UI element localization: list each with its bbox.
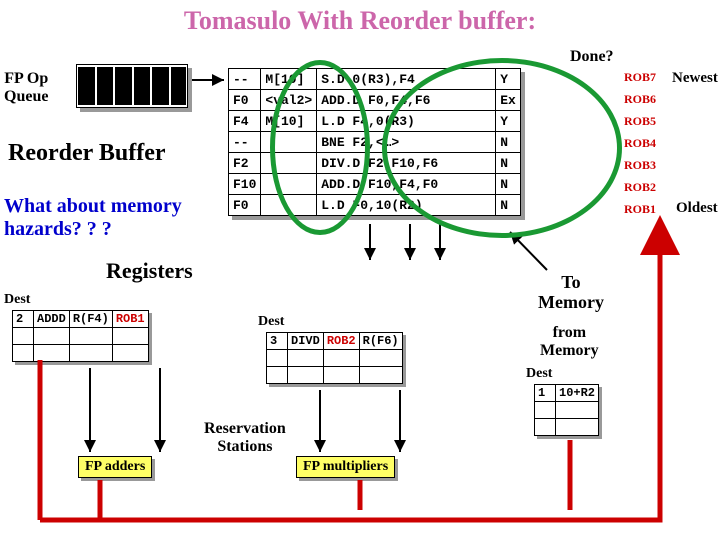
newest-label: Newest xyxy=(672,70,718,87)
fp-multipliers-unit: FP multipliers xyxy=(296,456,395,478)
fp-op-queue xyxy=(76,64,188,108)
reorder-buffer-table: --M[10]S.D 0(R3),F4Y F0<val2>ADD.D F0,F4… xyxy=(228,68,521,216)
dest-label: Dest xyxy=(526,366,552,382)
rob-tag: ROB7 xyxy=(624,70,656,85)
dest-label: Dest xyxy=(258,314,284,330)
reservation-station-mem: 110+R2 xyxy=(534,384,599,436)
rob-row: F0<val2>ADD.D F0,F4,F6Ex xyxy=(229,90,521,111)
from-memory-label: fromMemory xyxy=(540,324,599,360)
reorder-buffer-label: Reorder Buffer xyxy=(8,140,166,167)
fp-adders-unit: FP adders xyxy=(78,456,152,478)
rob-tag: ROB3 xyxy=(624,158,656,173)
rob-tag: ROB5 xyxy=(624,114,656,129)
dest-label: Dest xyxy=(4,292,30,308)
rob-row: --M[10]S.D 0(R3),F4Y xyxy=(229,69,521,90)
to-memory-label: ToMemory xyxy=(538,272,604,312)
fpop-label: FP OpQueue xyxy=(4,70,48,106)
rob-tag: ROB1 xyxy=(624,202,656,217)
rob-row: F2DIV.D F2,F10,F6N xyxy=(229,153,521,174)
rob-row: F0L.D F0,10(R2)N xyxy=(229,195,521,216)
memory-hazards-question: What about memoryhazards? ? ? xyxy=(4,195,182,241)
registers-label: Registers xyxy=(106,258,193,284)
rob-row: --BNE F2,<…>N xyxy=(229,132,521,153)
rob-tag: ROB6 xyxy=(624,92,656,107)
rob-row: F4M[10]L.D F4,0(R3)Y xyxy=(229,111,521,132)
rob-tag: ROB2 xyxy=(624,180,656,195)
reservation-station-mul: 3DIVDROB2R(F6) xyxy=(266,332,403,384)
done-label: Done? xyxy=(570,48,614,66)
oldest-label: Oldest xyxy=(676,200,718,217)
page-title: Tomasulo With Reorder buffer: xyxy=(0,0,720,36)
rob-row: F10ADD.D F10,F4,F0N xyxy=(229,174,521,195)
reservation-station-add: 2ADDDR(F4)ROB1 xyxy=(12,310,149,362)
rob-tag: ROB4 xyxy=(624,136,656,151)
reservation-stations-label: ReservationStations xyxy=(204,420,286,456)
